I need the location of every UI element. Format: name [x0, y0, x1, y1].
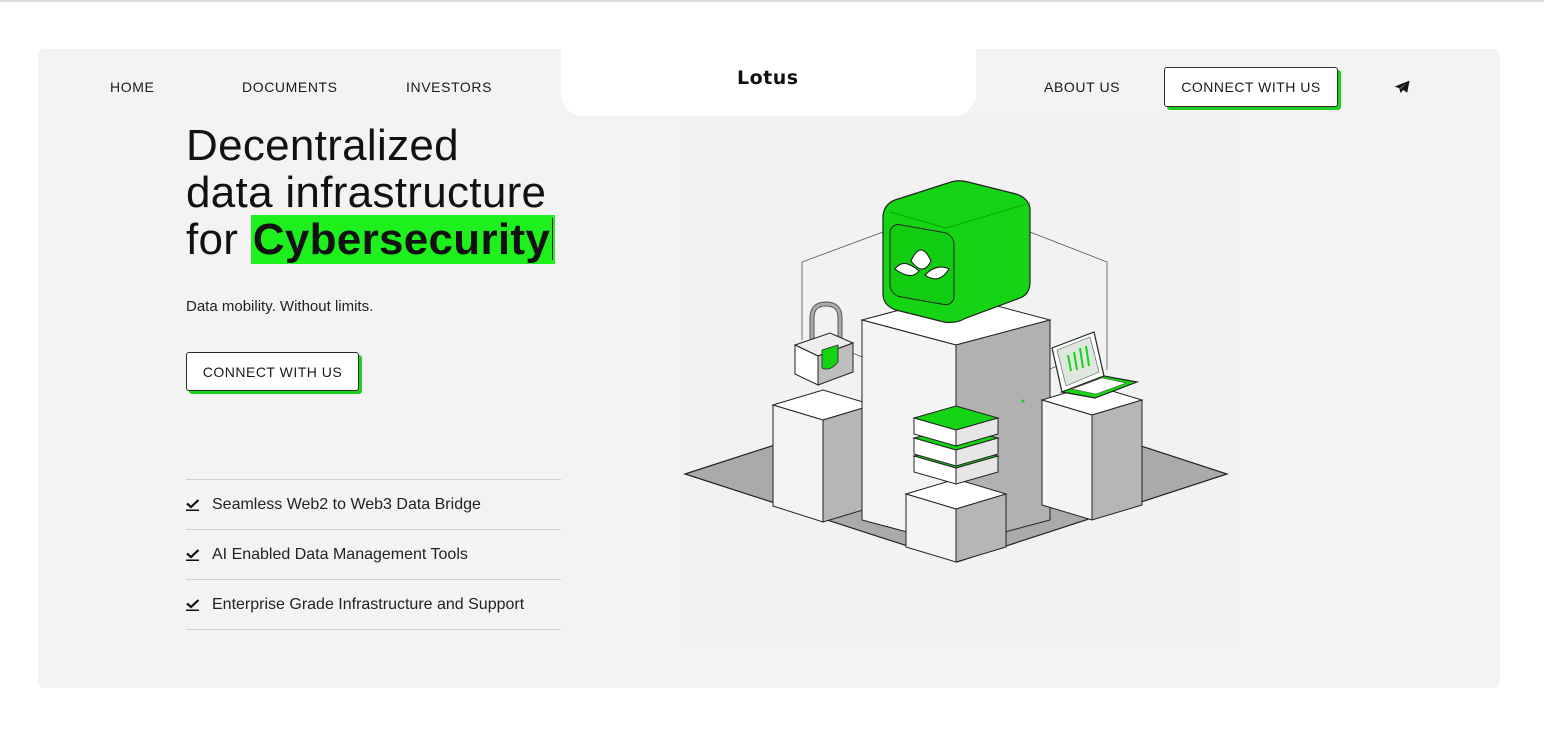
- check-icon: [186, 498, 200, 511]
- brand-logo[interactable]: Lotus: [737, 67, 799, 89]
- headline-line-3: for Cybersecurity: [186, 215, 556, 264]
- top-divider: [0, 0, 1544, 2]
- feature-item: AI Enabled Data Management Tools: [186, 529, 561, 579]
- headline-line-1: Decentralized: [186, 121, 459, 170]
- feature-label: Enterprise Grade Infrastructure and Supp…: [212, 595, 525, 613]
- nav-about-link[interactable]: ABOUT US: [1044, 79, 1120, 95]
- feature-item: Seamless Web2 to Web3 Data Bridge: [186, 479, 561, 529]
- hero-connect-button[interactable]: CONNECT WITH US: [186, 352, 359, 391]
- telegram-icon[interactable]: [1394, 80, 1410, 94]
- hero-tagline: Data mobility. Without limits.: [186, 298, 374, 315]
- nav-documents-link[interactable]: DOCUMENTS: [242, 79, 338, 95]
- feature-label: Seamless Web2 to Web3 Data Bridge: [212, 495, 481, 513]
- headline-for: for: [186, 215, 251, 264]
- headline-highlight-text: Cybersecurity: [252, 215, 551, 264]
- typing-caret: [552, 218, 554, 260]
- headline-highlight: Cybersecurity: [250, 215, 556, 264]
- hero-headline: Decentralized data infrastructure for Cy…: [186, 121, 556, 264]
- check-icon: [186, 548, 200, 561]
- feature-label: AI Enabled Data Management Tools: [212, 545, 468, 563]
- server-stack: [912, 405, 1000, 485]
- nav-connect-button[interactable]: CONNECT WITH US: [1164, 67, 1338, 107]
- nav-investors-link[interactable]: INVESTORS: [406, 79, 492, 95]
- feature-item: Enterprise Grade Infrastructure and Supp…: [186, 579, 561, 630]
- headline-line-2: data infrastructure: [186, 168, 547, 217]
- nav-home-link[interactable]: HOME: [110, 79, 154, 95]
- feature-list: Seamless Web2 to Web3 Data Bridge AI Ena…: [186, 479, 561, 630]
- check-icon: [186, 598, 200, 611]
- isometric-infrastructure-illustration: [683, 118, 1235, 646]
